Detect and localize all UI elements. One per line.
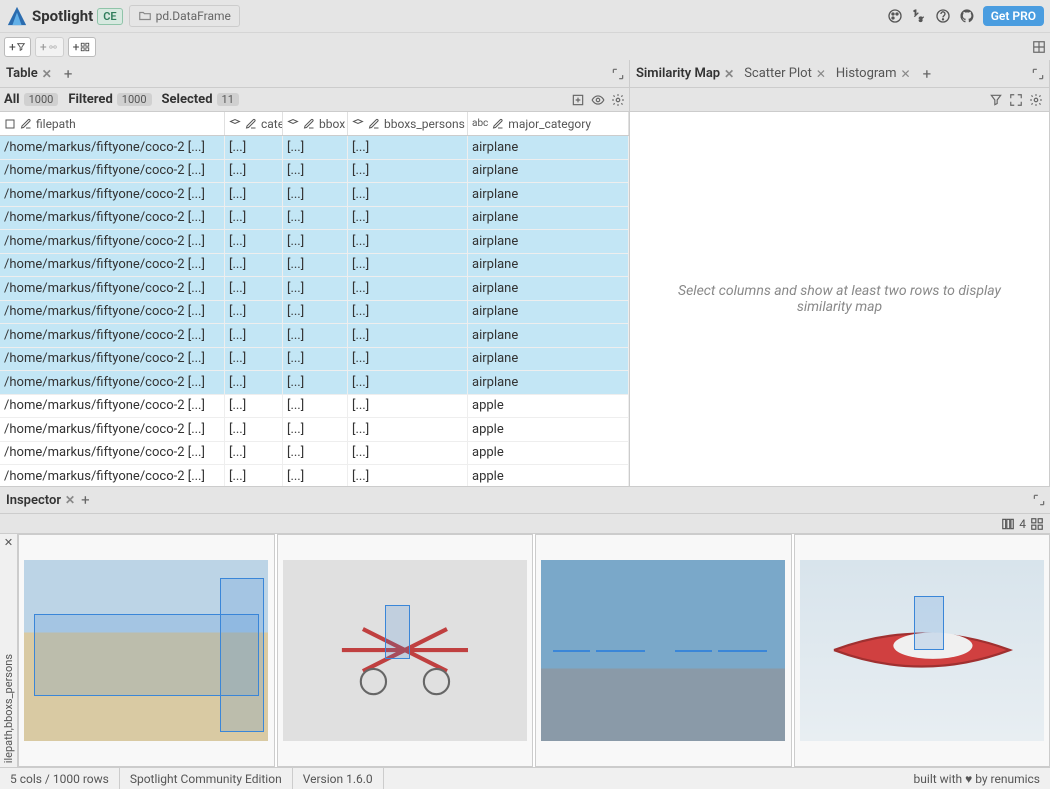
table-row[interactable]: /home/markus/fiftyone/coco-2 [...][...][… [0,301,629,325]
inspector-side-label: ilepath,bboxs_persons [2,654,15,763]
toolbar: + + + [0,32,1050,60]
filter-all[interactable]: All1000 [4,92,58,107]
spotlight-logo-icon [6,5,28,27]
status-credit: built with ♥ by renumics [904,772,1050,786]
table-row[interactable]: /home/markus/fiftyone/coco-2 [...][...][… [0,254,629,278]
add-filter-button[interactable]: + [4,37,31,57]
topbar-actions: 13 Get PRO [887,6,1044,26]
expand-icon[interactable] [611,67,625,81]
close-icon[interactable]: ✕ [65,493,75,507]
column-bbox[interactable]: bbox [283,112,348,135]
table-body[interactable]: /home/markus/fiftyone/coco-2 [...][...][… [0,136,629,486]
table-row[interactable]: /home/markus/fiftyone/coco-2 [...][...][… [0,277,629,301]
similarity-toolbar [630,88,1049,112]
inspector-panel: Inspector✕ + 4 ✕ ilepath,bboxs_persons [0,486,1050,767]
close-icon[interactable]: ✕ [724,67,734,81]
table-row[interactable]: /home/markus/fiftyone/coco-2 [...][...][… [0,371,629,395]
tab-inspector[interactable]: Inspector✕ [4,493,77,508]
table-header: filepath categ bbox bboxs_persons abcmaj… [0,112,629,136]
table-filter-row: All1000 Filtered1000 Selected11 [0,88,629,112]
status-version: Version 1.6.0 [293,768,384,789]
help-icon[interactable] [935,8,951,24]
table-row[interactable]: /home/markus/fiftyone/coco-2 [...][...][… [0,465,629,486]
column-bboxs-persons[interactable]: bboxs_persons [348,112,468,135]
table-row[interactable]: /home/markus/fiftyone/coco-2 [...][...][… [0,230,629,254]
status-edition: Spotlight Community Edition [120,768,293,789]
table-row[interactable]: /home/markus/fiftyone/coco-2 [...][...][… [0,207,629,231]
close-icon[interactable]: ✕ [42,67,52,81]
fit-icon[interactable] [1009,93,1023,107]
grid-icon[interactable] [1030,517,1044,531]
inspector-card[interactable] [277,534,534,767]
tab-table[interactable]: Table✕ [4,66,54,81]
data-source-box[interactable]: pd.DataFrame [129,5,240,27]
status-cols: 5 cols / 1000 rows [0,768,120,789]
similarity-placeholder: Select columns and show at least two row… [630,112,1049,486]
table-row[interactable]: /home/markus/fiftyone/coco-2 [...][...][… [0,324,629,348]
gear-icon[interactable] [611,93,625,107]
app-name: Spotlight [32,7,93,25]
close-icon[interactable]: ✕ [4,536,13,549]
inspector-card[interactable] [535,534,792,767]
tab-similarity-map[interactable]: Similarity Map✕ [634,66,736,81]
filter-selected[interactable]: Selected11 [162,92,239,107]
inspector-cards [18,534,1050,767]
column-filepath[interactable]: filepath [0,112,225,135]
gear-icon[interactable] [1029,93,1043,107]
close-icon[interactable]: ✕ [816,67,826,81]
table-panel: Table✕ + All1000 Filtered1000 Selected11… [0,60,630,486]
add-column-icon[interactable] [571,93,585,107]
table-row[interactable]: /home/markus/fiftyone/coco-2 [...][...][… [0,395,629,419]
inspector-card[interactable] [18,534,275,767]
get-pro-button[interactable]: Get PRO [983,6,1044,26]
table-row[interactable]: /home/markus/fiftyone/coco-2 [...][...][… [0,136,629,160]
add-tab-button[interactable]: + [60,65,77,83]
add-tab-button[interactable]: + [77,491,94,509]
topbar: Spotlight CE pd.DataFrame 13 Get PRO [0,0,1050,32]
column-major-category[interactable]: abcmajor_category [468,112,629,135]
filter-filtered[interactable]: Filtered1000 [68,92,151,107]
app-logo: Spotlight CE [6,5,123,27]
github-icon[interactable] [959,8,975,24]
edition-badge: CE [97,8,122,25]
expand-icon[interactable] [1032,493,1046,507]
table-row[interactable]: /home/markus/fiftyone/coco-2 [...][...][… [0,348,629,372]
tab-scatter-plot[interactable]: Scatter Plot✕ [742,66,828,81]
inspector-sidebar: ✕ ilepath,bboxs_persons [0,534,18,767]
data-source-label: pd.DataFrame [156,9,231,23]
table-row[interactable]: /home/markus/fiftyone/coco-2 [...][...][… [0,418,629,442]
eye-icon[interactable] [591,93,605,107]
inspector-count: 4 [1019,517,1026,531]
close-icon[interactable]: ✕ [901,67,911,81]
table-row[interactable]: /home/markus/fiftyone/coco-2 [...][...][… [0,442,629,466]
inspector-toolbar: 4 [0,514,1050,534]
add-link-button[interactable]: + [35,37,64,57]
similarity-panel: Similarity Map✕ Scatter Plot✕ Histogram✕… [630,60,1050,486]
filter-icon[interactable] [989,93,1003,107]
add-tab-button[interactable]: + [919,65,936,83]
layout-icon[interactable] [1032,40,1046,54]
inspector-card[interactable] [794,534,1050,767]
column-categ[interactable]: categ [225,112,283,135]
palette-icon[interactable] [887,8,903,24]
table-row[interactable]: /home/markus/fiftyone/coco-2 [...][...][… [0,183,629,207]
add-layout-button[interactable]: + [68,37,97,57]
expand-icon[interactable] [1031,67,1045,81]
filter-count-icon[interactable]: 13 [911,8,927,24]
columns-icon[interactable] [1001,517,1015,531]
folder-icon [138,9,152,23]
table-row[interactable]: /home/markus/fiftyone/coco-2 [...][...][… [0,160,629,184]
tab-histogram[interactable]: Histogram✕ [834,66,913,81]
statusbar: 5 cols / 1000 rows Spotlight Community E… [0,767,1050,789]
